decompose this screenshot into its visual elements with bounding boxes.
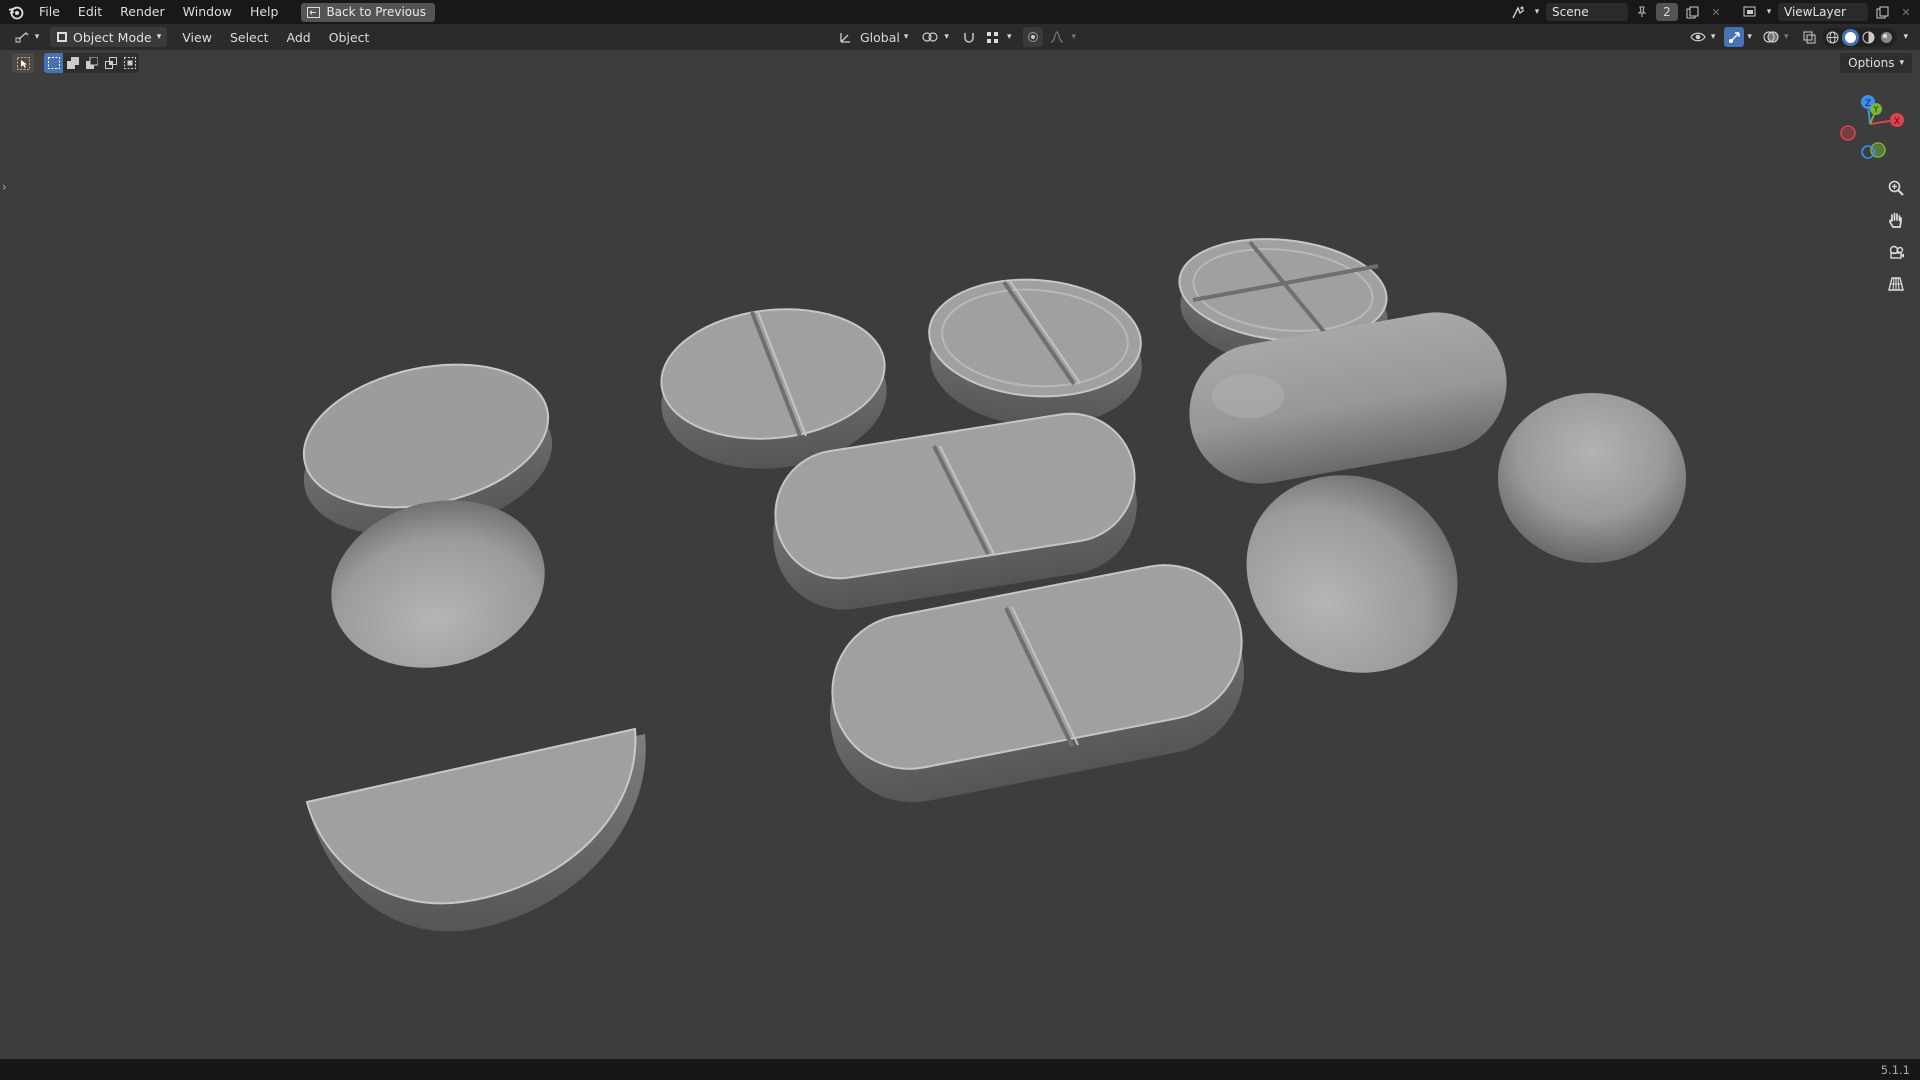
transform-orientation-dropdown[interactable]: Global	[860, 30, 900, 45]
rendered-shading-icon[interactable]	[1878, 29, 1895, 46]
solid-shading-icon[interactable]	[1842, 28, 1860, 46]
blender-logo-icon[interactable]	[6, 2, 26, 22]
menu-window[interactable]: Window	[174, 0, 241, 24]
navigation-gizmo[interactable]: Z X Y	[1830, 90, 1910, 170]
chevron-down-icon[interactable]: ▾	[944, 32, 949, 42]
3d-viewport[interactable]: ›	[0, 80, 1920, 1059]
ortho-grid-icon[interactable]	[1884, 272, 1908, 296]
chevron-down-icon[interactable]: ▾	[1784, 32, 1789, 42]
chevron-down-icon[interactable]: ▾	[1764, 2, 1774, 22]
view-layer-name: ViewLayer	[1784, 5, 1846, 19]
chevron-down-icon[interactable]: ▾	[1747, 32, 1752, 42]
close-icon[interactable]: ✕	[1706, 2, 1726, 22]
toolbar-expand-arrow[interactable]: ›	[2, 180, 7, 194]
select-tool-button[interactable]	[12, 53, 34, 73]
menu-view[interactable]: View	[173, 30, 221, 45]
menu-edit[interactable]: Edit	[69, 0, 111, 24]
pan-hand-icon[interactable]	[1884, 208, 1908, 232]
scene-users-count[interactable]: 2	[1656, 3, 1678, 21]
mode-label: Object Mode	[73, 29, 152, 45]
menu-add[interactable]: Add	[278, 30, 320, 45]
pill-sphere[interactable]	[1498, 393, 1686, 563]
viewport-nav-buttons	[1884, 176, 1908, 296]
visibility-eye-icon[interactable]	[1688, 27, 1708, 47]
chevron-down-icon[interactable]: ▾	[904, 32, 909, 42]
chevron-down-icon: ▾	[1899, 58, 1904, 68]
select-new-icon[interactable]	[44, 53, 63, 73]
menu-file[interactable]: File	[30, 0, 69, 24]
version-label: 5.1.1	[1880, 1062, 1910, 1077]
status-bar: 5.1.1	[0, 1059, 1920, 1080]
chevron-down-icon: ▾	[156, 32, 162, 42]
scene-controls: ▾ Scene 2 ✕ ▾ ViewLayer ✕	[1508, 0, 1920, 24]
select-extend-icon[interactable]	[63, 53, 82, 73]
mode-dropdown[interactable]: Object Mode ▾	[50, 27, 168, 47]
screen-back-icon	[307, 6, 321, 18]
chevron-down-icon[interactable]: ▾	[1711, 32, 1716, 42]
snap-increment-icon[interactable]	[983, 27, 1003, 47]
menu-render[interactable]: Render	[111, 0, 174, 24]
viewport-scene[interactable]	[0, 80, 1920, 1059]
gizmo-x-label: X	[1894, 117, 1900, 127]
back-to-previous-button[interactable]: Back to Previous	[301, 2, 435, 22]
select-difference-icon[interactable]	[101, 53, 120, 73]
zoom-icon[interactable]	[1884, 176, 1908, 200]
editor-type-icon[interactable]	[12, 27, 32, 47]
select-intersect-icon[interactable]	[120, 53, 139, 73]
overlays-icon[interactable]	[1761, 27, 1781, 47]
pin-icon[interactable]	[1632, 2, 1652, 22]
options-dropdown[interactable]: Options ▾	[1840, 53, 1912, 73]
selection-mode-group	[44, 53, 139, 73]
gizmo-z-label: Z	[1865, 99, 1871, 109]
chevron-down-icon[interactable]: ▾	[32, 27, 42, 47]
top-bar: File Edit Render Window Help Back to Pre…	[0, 0, 1920, 24]
view-layer-icon[interactable]	[1740, 2, 1760, 22]
new-scene-icon[interactable]	[1682, 2, 1702, 22]
scene-name-field[interactable]: Scene	[1546, 3, 1628, 21]
shading-mode-group	[1822, 27, 1898, 47]
new-view-layer-icon[interactable]	[1872, 2, 1892, 22]
chevron-down-icon[interactable]: ▾	[1007, 32, 1012, 42]
proportional-editing-icon[interactable]	[1023, 27, 1044, 47]
chevron-down-icon[interactable]: ▾	[1532, 2, 1542, 22]
pivot-point-icon[interactable]	[920, 27, 940, 47]
view-layer-field[interactable]: ViewLayer	[1778, 3, 1868, 21]
chevron-down-icon[interactable]: ▾	[1071, 32, 1076, 42]
viewport-header: ▾ Object Mode ▾ View Select Add Object G…	[0, 24, 1920, 50]
menu-select[interactable]: Select	[221, 30, 278, 45]
snap-toggle-icon[interactable]	[959, 27, 979, 47]
proportional-falloff-icon[interactable]	[1047, 27, 1067, 47]
tool-settings	[12, 53, 139, 73]
close-icon[interactable]: ✕	[1896, 2, 1916, 22]
scene-icon[interactable]	[1508, 2, 1528, 22]
viewport-display-tools: ▾ ▾ ▾ ▾	[1688, 27, 1908, 47]
pill-half-disc[interactable]	[305, 727, 646, 932]
cursor-select-icon	[16, 56, 30, 70]
wireframe-shading-icon[interactable]	[1824, 29, 1841, 46]
scene-name: Scene	[1552, 5, 1589, 19]
menu-help[interactable]: Help	[241, 0, 288, 24]
gizmo-y-label: Y	[1873, 105, 1879, 114]
chevron-down-icon[interactable]: ▾	[1903, 32, 1908, 42]
gizmo-toggle-icon[interactable]	[1724, 27, 1745, 47]
xray-toggle-icon[interactable]	[1799, 27, 1819, 47]
options-label: Options	[1848, 56, 1895, 70]
pill-round-scored-b[interactable]	[925, 273, 1146, 433]
transform-orientation-icon[interactable]	[836, 27, 856, 47]
object-mode-icon	[57, 32, 67, 42]
transform-tools: Global ▾ ▾ ▾ ▾	[836, 27, 1076, 47]
back-button-label: Back to Previous	[326, 5, 426, 19]
material-preview-shading-icon[interactable]	[1860, 29, 1877, 46]
select-subtract-icon[interactable]	[82, 53, 101, 73]
menu-object[interactable]: Object	[320, 30, 379, 45]
camera-view-icon[interactable]	[1884, 240, 1908, 264]
